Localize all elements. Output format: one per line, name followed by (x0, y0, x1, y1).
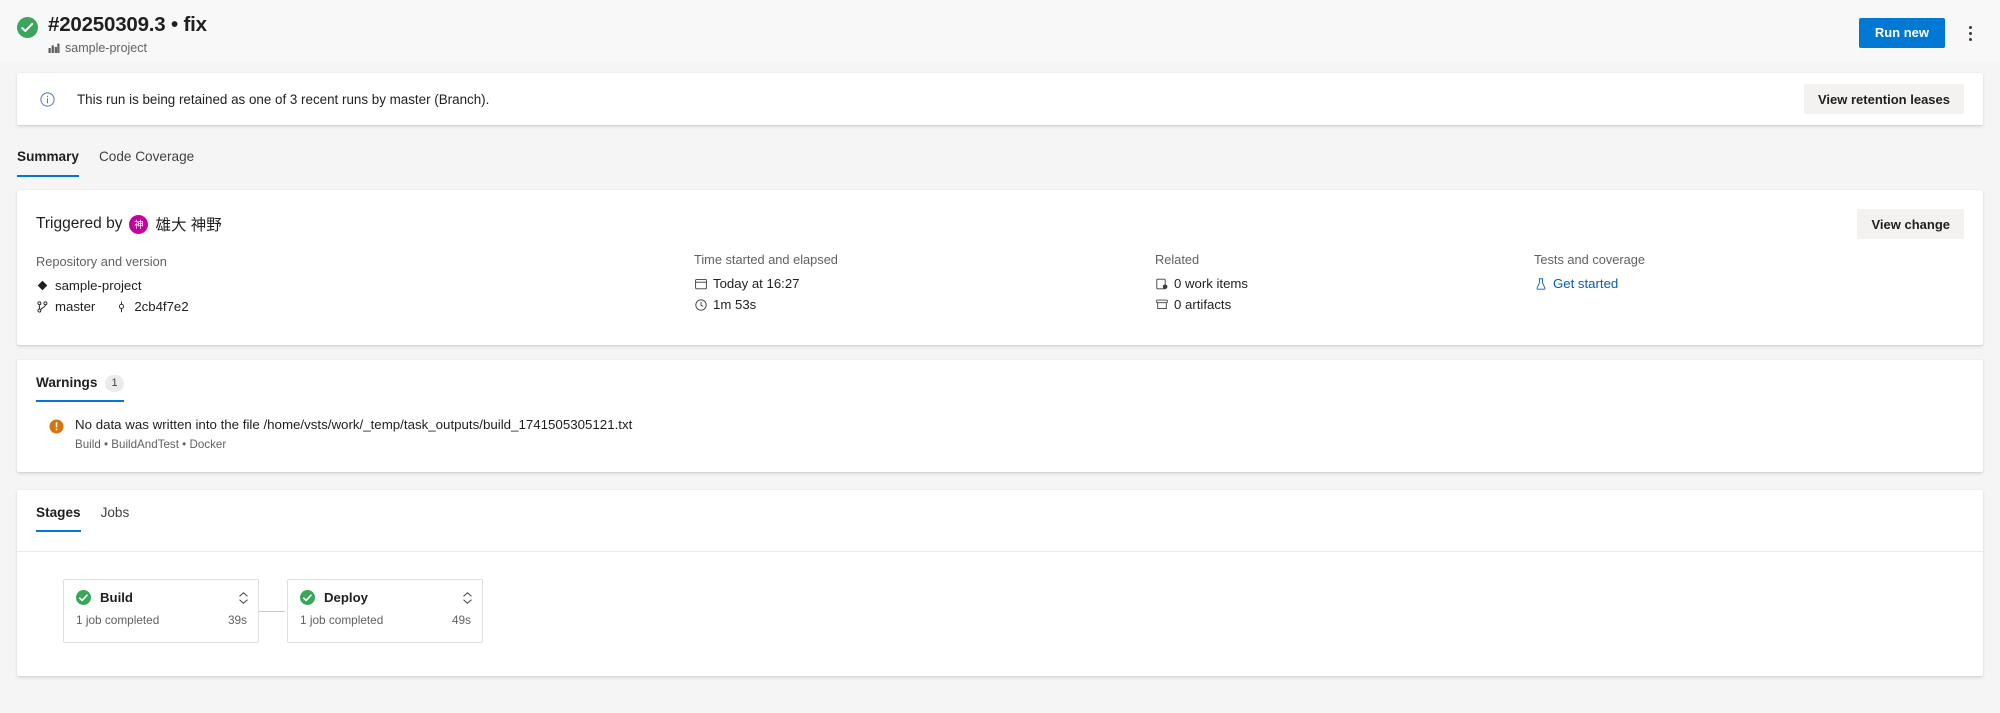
stage-footer: 1 job completed 49s (288, 605, 482, 627)
repository-name: sample-project (55, 278, 142, 293)
time-started-row: Today at 16:27 (694, 273, 1134, 294)
warnings-tabs: Warnings 1 (17, 360, 1983, 402)
tab-warnings[interactable]: Warnings 1 (36, 374, 134, 402)
summary-card: Triggered by 神 雄大 神野 View change Reposit… (17, 190, 1983, 345)
commit-hash: 2cb4f7e2 (134, 299, 189, 314)
related-column-title: Related (1155, 252, 1200, 267)
stage-header: Deploy (288, 580, 482, 605)
stages-tabs: Stages Jobs (17, 490, 1983, 532)
info-circle-icon (40, 91, 55, 107)
tab-jobs[interactable]: Jobs (91, 504, 140, 532)
work-item-icon (1155, 278, 1168, 290)
tests-get-started-link[interactable]: Get started (1553, 273, 1618, 294)
time-column-title: Time started and elapsed (694, 252, 838, 267)
branch-name: master (55, 299, 96, 314)
warning-body: No data was written into the file /home/… (75, 416, 632, 453)
run-status-icon (17, 17, 38, 38)
commit-item[interactable]: 2cb4f7e2 (115, 296, 189, 317)
stage-card-build[interactable]: Build 1 job completed 39s (63, 579, 259, 643)
tab-code-coverage[interactable]: Code Coverage (89, 148, 204, 177)
tab-warnings-label: Warnings (36, 375, 98, 390)
stage-header: Build (64, 580, 258, 605)
chevron-updown-icon[interactable] (463, 591, 472, 604)
warnings-card: Warnings 1 No data was written into the … (17, 360, 1983, 472)
work-items-value: 0 work items (1174, 276, 1249, 291)
branch-item[interactable]: master (36, 296, 95, 317)
triggered-by-label: Triggered by (36, 215, 123, 232)
page-tabs: Summary Code Coverage (17, 148, 204, 177)
repository-row[interactable]: sample-project (36, 275, 656, 296)
stages-card: Stages Jobs Build 1 job completed 39s De… (17, 490, 1983, 676)
header-titles: #20250309.3 • fix sample-project (48, 13, 207, 56)
triggered-by-user: 雄大 神野 (155, 217, 222, 234)
warning-message: No data was written into the file /home/… (75, 417, 633, 432)
stage-duration: 49s (451, 613, 471, 627)
run-new-button[interactable]: Run new (1858, 18, 1945, 48)
avatar[interactable]: 神 (129, 214, 149, 234)
artifacts-row[interactable]: 0 artifacts (1155, 294, 1535, 315)
stage-status-icon (76, 590, 91, 605)
commit-icon (115, 301, 128, 313)
retention-message: This run is being retained as one of 3 r… (77, 91, 490, 107)
check-glyph (303, 593, 312, 601)
stage-connector (259, 611, 285, 612)
tests-column-title: Tests and coverage (1534, 252, 1645, 267)
tab-summary[interactable]: Summary (17, 148, 89, 177)
tab-stages[interactable]: Stages (36, 504, 91, 532)
detail-column-repository: Repository and version sample-project ma… (36, 253, 656, 317)
time-started-value: Today at 16:27 (713, 276, 800, 291)
branch-commit-row: master 2cb4f7e2 (36, 296, 656, 317)
stage-card-deploy[interactable]: Deploy 1 job completed 49s (287, 579, 483, 643)
stage-duration: 39s (227, 613, 247, 627)
detail-column-time: Time started and elapsed Today at 16:27 (694, 251, 1134, 315)
warning-icon (49, 419, 64, 439)
pipeline-run-page: #20250309.3 • fix sample-project Run new (0, 0, 2000, 713)
breadcrumb[interactable]: sample-project (48, 40, 207, 56)
retention-banner: This run is being retained as one of 3 r… (17, 73, 1983, 125)
branch-icon (36, 300, 49, 313)
stage-footer: 1 job completed 39s (64, 605, 258, 627)
page-title: #20250309.3 • fix (48, 13, 207, 36)
check-glyph (79, 593, 88, 601)
time-elapsed-row: 1m 53s (694, 294, 1134, 315)
view-change-button[interactable]: View change (1857, 209, 1964, 239)
warning-item[interactable]: No data was written into the file /home/… (17, 402, 1983, 453)
triggered-by-row: Triggered by 神 雄大 神野 View change (17, 190, 1983, 239)
time-elapsed-value: 1m 53s (713, 297, 757, 312)
stage-name: Build (100, 590, 133, 605)
project-name: sample-project (65, 41, 147, 55)
calendar-icon (694, 278, 707, 290)
chevron-updown-icon[interactable] (239, 591, 248, 604)
artifacts-value: 0 artifacts (1174, 297, 1232, 312)
pipeline-icon (48, 42, 60, 54)
header-actions: Run new (1858, 0, 2000, 48)
warning-meta: Build • BuildAndTest • Docker (75, 438, 227, 451)
beaker-icon (1534, 277, 1547, 290)
artifact-icon (1155, 299, 1168, 310)
summary-details: Repository and version sample-project ma… (17, 239, 1983, 314)
repository-column-title: Repository and version (36, 254, 167, 269)
stage-graph: Build 1 job completed 39s Deploy 1 job c… (17, 552, 1983, 676)
check-glyph (21, 22, 34, 32)
page-header: #20250309.3 • fix sample-project Run new (0, 0, 2000, 62)
clock-icon (694, 298, 707, 311)
header-left: #20250309.3 • fix sample-project (0, 0, 207, 56)
detail-column-tests: Tests and coverage Get started (1534, 251, 1914, 294)
stage-jobs-summary: 1 job completed (300, 613, 384, 627)
work-items-row[interactable]: 0 work items (1155, 273, 1535, 294)
stage-jobs-summary: 1 job completed (76, 613, 160, 627)
warnings-count-badge: 1 (105, 374, 124, 392)
stage-name: Deploy (324, 590, 368, 605)
stage-status-icon (300, 590, 315, 605)
kebab-menu-icon[interactable] (1959, 19, 1981, 47)
repository-icon (36, 280, 49, 291)
detail-column-related: Related 0 work items 0 artifacts (1155, 251, 1535, 315)
tests-get-started-row[interactable]: Get started (1534, 273, 1914, 294)
view-retention-leases-button[interactable]: View retention leases (1804, 84, 1964, 114)
